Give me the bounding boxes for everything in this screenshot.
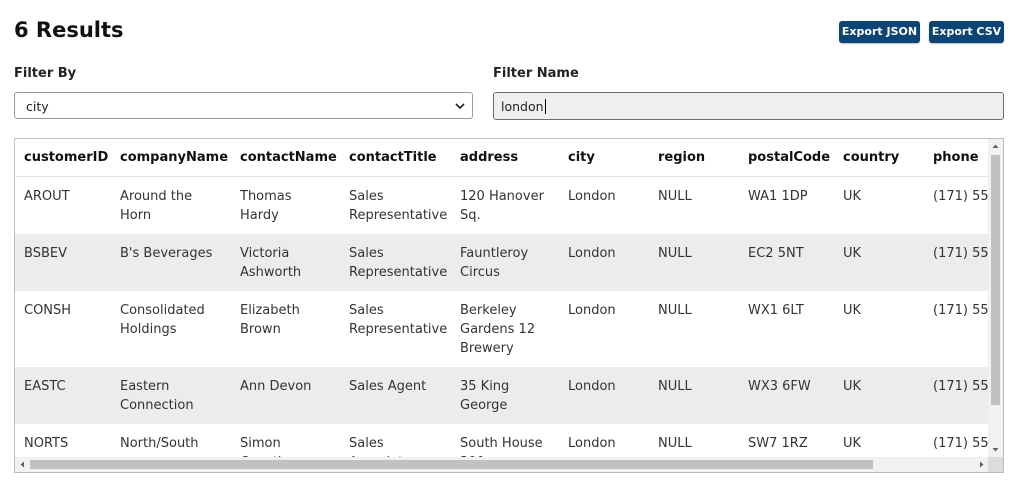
scroll-down-arrow-icon[interactable]	[991, 445, 1000, 454]
filter-name-input[interactable]: london	[493, 92, 1004, 120]
filter-by-select[interactable]: city	[14, 92, 473, 119]
column-header[interactable]: contactName	[231, 139, 340, 177]
table-cell: Sales Representative	[349, 303, 448, 337]
table-cell: Around the Horn	[120, 189, 193, 223]
table-cell: UK	[834, 234, 924, 291]
table-cell: London	[559, 367, 649, 424]
export-json-button[interactable]: Export JSON	[839, 21, 920, 43]
table-cell: WX3 6FW	[739, 367, 834, 424]
table-cell: Elizabeth Brown	[240, 303, 300, 337]
table-cell: (171) 555-7733	[933, 436, 989, 451]
table-cell: (171) 555-2282	[933, 303, 989, 318]
filter-name-label: Filter Name	[493, 66, 579, 81]
table-cell: Victoria Ashworth	[231, 234, 340, 291]
table-cell: NULL	[658, 189, 692, 204]
table-cell: WA1 1DP	[748, 189, 808, 204]
filter-name-value: london	[501, 99, 544, 114]
horizontal-scrollbar[interactable]	[15, 457, 989, 472]
scroll-right-arrow-icon[interactable]	[977, 460, 986, 469]
text-caret	[544, 99, 546, 114]
table-cell: B's Beverages	[111, 234, 231, 291]
table-cell: Simon Crowther	[240, 436, 299, 457]
results-table-container[interactable]: customerID companyName contactName conta…	[14, 138, 1004, 473]
table-cell: UK	[834, 367, 924, 424]
table-row: EASTC Eastern Connection Ann Devon Sales…	[15, 367, 989, 424]
table-cell: Sales Representative	[349, 189, 448, 223]
table-cell: (171) 555-1212	[924, 234, 989, 291]
table-cell: UK	[843, 303, 862, 318]
table-cell: Sales Associate	[349, 436, 411, 457]
table-cell: NULL	[649, 367, 739, 424]
results-table: customerID companyName contactName conta…	[15, 139, 989, 457]
table-header-row: customerID companyName contactName conta…	[15, 139, 989, 177]
horizontal-scroll-thumb[interactable]	[30, 460, 873, 469]
column-header[interactable]: postalCode	[739, 139, 834, 177]
table-row: CONSH Consolidated Holdings Elizabeth Br…	[15, 291, 989, 367]
table-cell: SW7 1RZ	[748, 436, 808, 451]
table-cell: Berkeley Gardens 12 Brewery	[460, 303, 536, 356]
table-cell: NULL	[658, 303, 692, 318]
column-header[interactable]: companyName	[111, 139, 231, 177]
table-cell: North/South	[120, 436, 199, 451]
results-title: 6 Results	[14, 18, 124, 42]
table-cell: London	[568, 303, 616, 318]
table-cell: NORTS	[24, 436, 69, 451]
scrollbar-corner	[988, 457, 1003, 472]
table-cell: Fauntleroy Circus	[451, 234, 559, 291]
table-cell: Thomas Hardy	[240, 189, 292, 223]
table-cell: South House 300	[460, 436, 543, 457]
column-header[interactable]: address	[451, 139, 559, 177]
table-row: AROUT Around the Horn Thomas Hardy Sales…	[15, 177, 989, 235]
table-cell: AROUT	[24, 189, 70, 204]
table-cell: London	[559, 234, 649, 291]
table-cell: EC2 5NT	[739, 234, 834, 291]
table-cell: Sales Representative	[340, 234, 451, 291]
table-cell: (171) 555-0297	[924, 367, 989, 424]
table-row: BSBEV B's Beverages Victoria Ashworth Sa…	[15, 234, 989, 291]
column-header[interactable]: city	[559, 139, 649, 177]
table-cell: CONSH	[24, 303, 72, 318]
table-cell: 35 King George	[451, 367, 559, 424]
table-cell: EASTC	[15, 367, 111, 424]
table-cell: Ann Devon	[231, 367, 340, 424]
table-cell: London	[568, 189, 616, 204]
table-cell: BSBEV	[15, 234, 111, 291]
table-cell: 120 Hanover Sq.	[460, 189, 544, 223]
table-cell: NULL	[649, 234, 739, 291]
table-cell: Consolidated Holdings	[120, 303, 205, 337]
chevron-down-icon	[455, 103, 465, 110]
vertical-scrollbar[interactable]	[988, 139, 1003, 457]
vertical-scroll-thumb[interactable]	[991, 155, 1000, 405]
column-header[interactable]: country	[834, 139, 924, 177]
column-header[interactable]: region	[649, 139, 739, 177]
table-cell: Sales Agent	[340, 367, 451, 424]
filter-by-value: city	[26, 99, 49, 114]
column-header[interactable]: customerID	[15, 139, 111, 177]
filter-by-label: Filter By	[14, 66, 77, 81]
table-cell: (171) 555-7788	[933, 189, 989, 204]
table-cell: London	[568, 436, 616, 451]
table-cell: Eastern Connection	[111, 367, 231, 424]
table-cell: UK	[843, 436, 862, 451]
table-row: NORTS North/South Simon Crowther Sales A…	[15, 424, 989, 457]
column-header[interactable]: contactTitle	[340, 139, 451, 177]
table-cell: WX1 6LT	[748, 303, 804, 318]
column-header[interactable]: phone	[924, 139, 989, 177]
table-cell: NULL	[658, 436, 692, 451]
export-csv-button[interactable]: Export CSV	[929, 21, 1004, 43]
scroll-left-arrow-icon[interactable]	[18, 460, 27, 469]
scroll-up-arrow-icon[interactable]	[991, 142, 1000, 151]
table-cell: UK	[843, 189, 862, 204]
